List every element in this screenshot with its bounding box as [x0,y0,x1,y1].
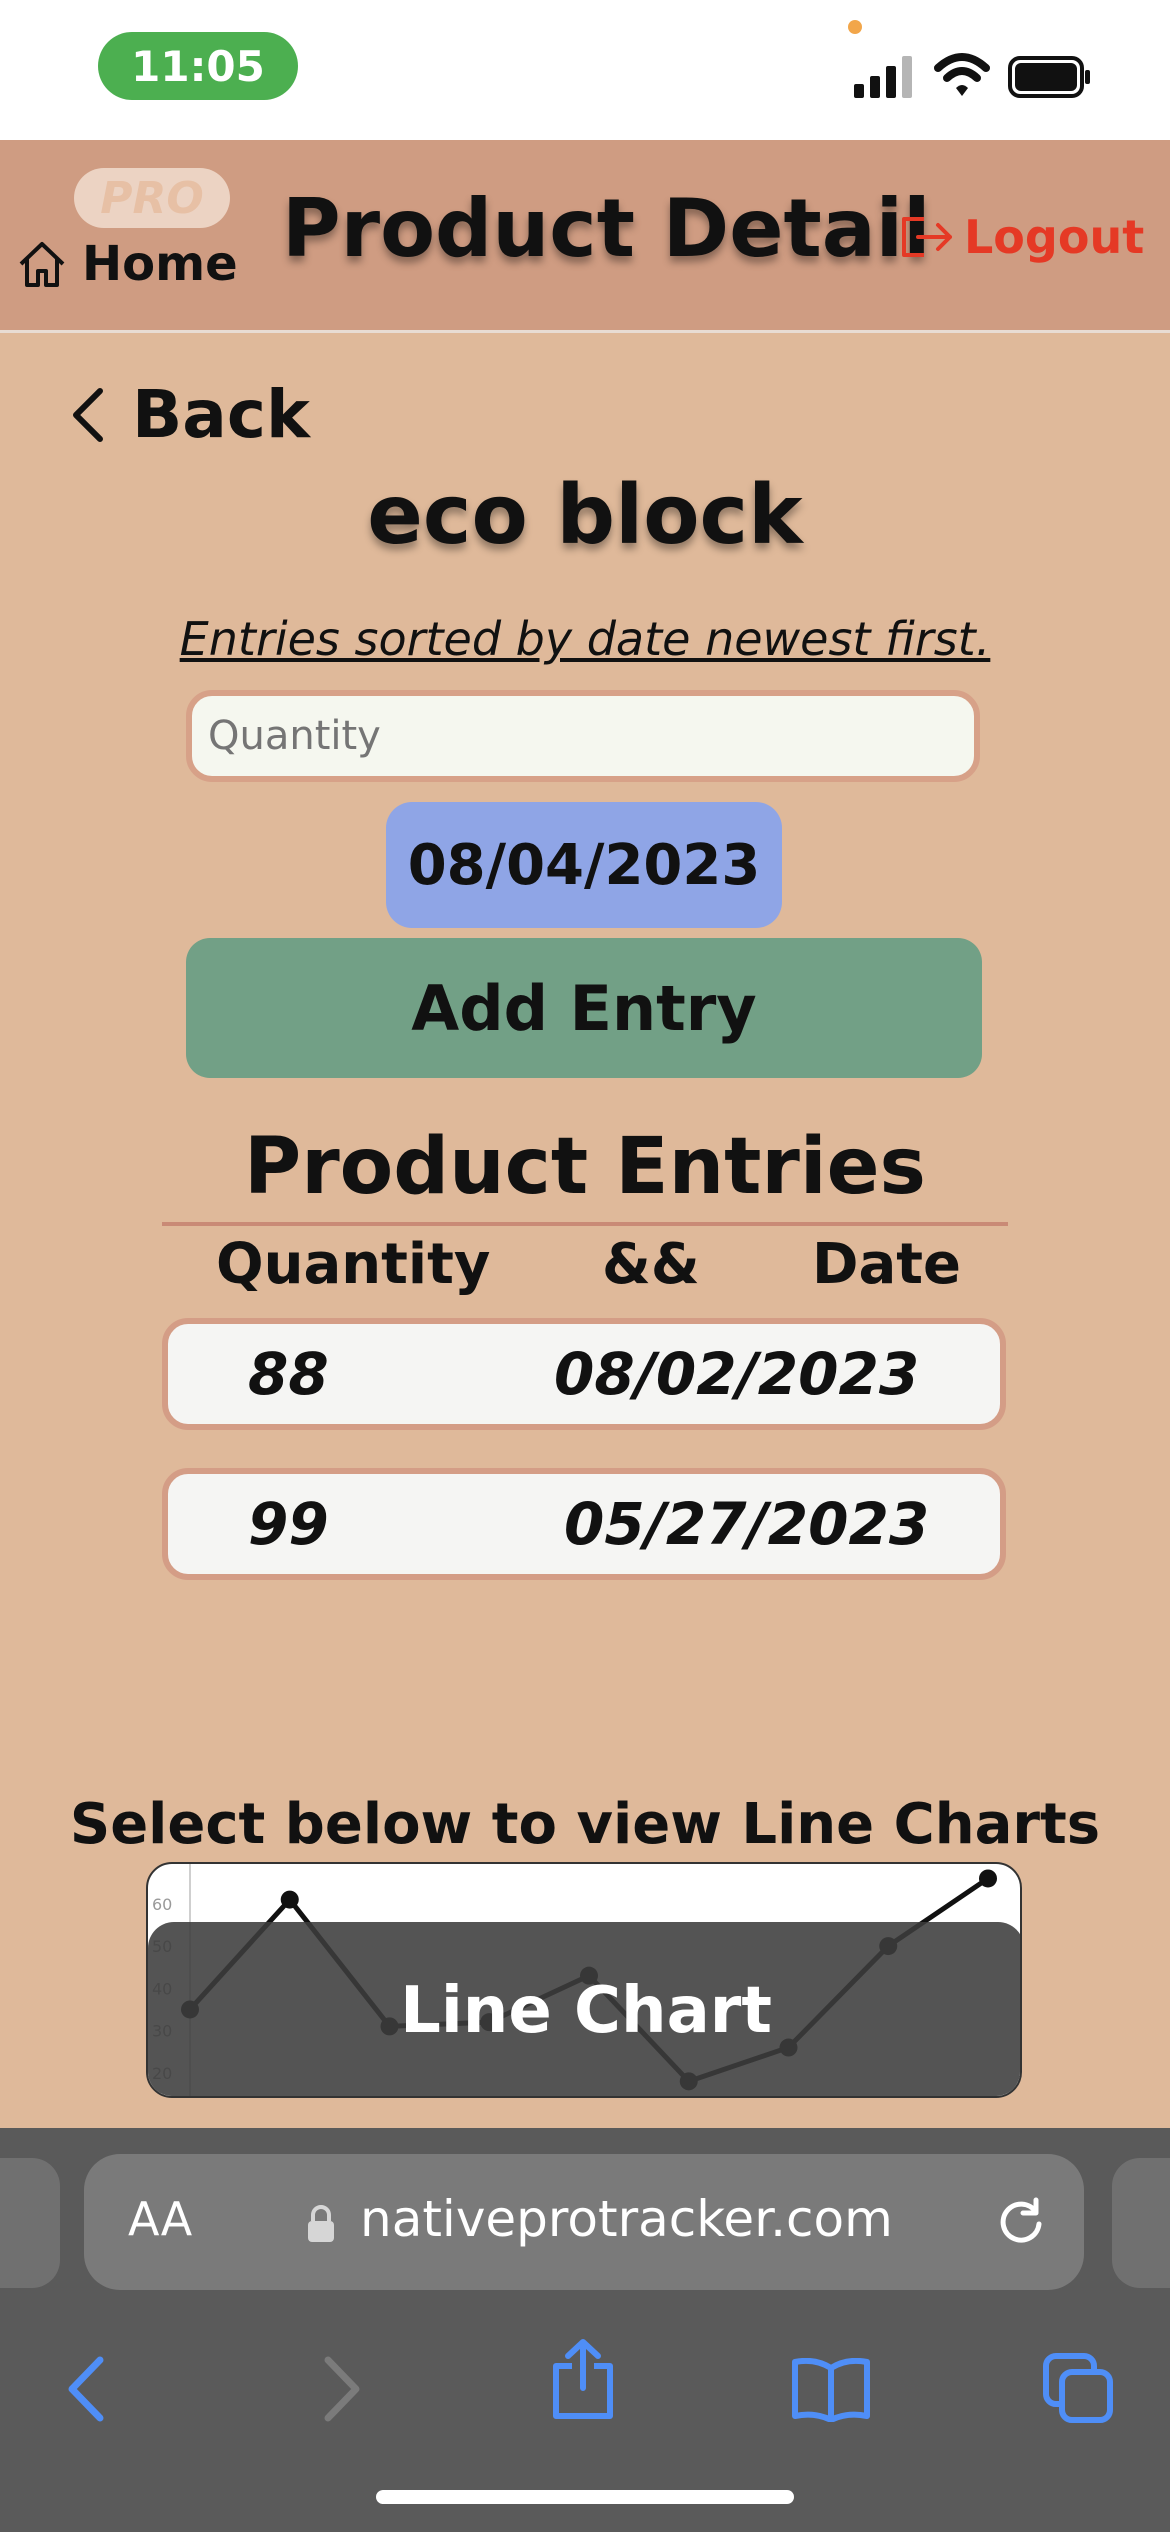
column-header-separator: && [602,1232,700,1297]
back-label: Back [132,376,310,453]
next-tab-preview[interactable] [1112,2158,1170,2288]
sort-note: Entries sorted by date newest first. [179,612,991,666]
lock-icon [308,2205,334,2242]
home-label: Home [82,236,238,292]
add-entry-button[interactable]: Add Entry [186,938,982,1078]
home-indicator [376,2490,794,2504]
thumbnail-point [280,1890,299,1909]
address-bar[interactable]: AA nativeprotracker.com [84,2154,1084,2290]
line-chart-button[interactable]: 6050403020 Line Chart [146,1862,1022,2098]
column-header-date: Date [812,1232,962,1297]
bookmarks-icon[interactable] [790,2358,872,2422]
quantity-input[interactable] [186,690,980,782]
entry-row[interactable]: 88 08/02/2023 [162,1318,1006,1430]
url-text: nativeprotracker.com [360,2190,893,2248]
product-name: eco block [367,468,803,563]
date-picker-button[interactable]: 08/04/2023 [386,802,782,928]
entry-quantity: 99 [248,1490,329,1558]
browser-forward-icon[interactable] [316,2354,366,2424]
line-chart-label: Line Chart [148,1922,1020,2096]
browser-toolbar: AA nativeprotracker.com [0,2128,1170,2532]
status-time: 11:05 [98,32,298,100]
logout-label: Logout [964,210,1145,264]
reload-icon[interactable] [994,2194,1048,2248]
back-button[interactable]: Back [68,376,310,453]
page-title: Product Detail [282,182,931,275]
cellular-signal-icon [854,56,912,98]
entry-date: 05/27/2023 [564,1490,930,1558]
chevron-left-icon [73,387,103,442]
entry-quantity: 88 [248,1340,329,1408]
entry-row[interactable]: 99 05/27/2023 [162,1468,1006,1580]
battery-icon [1008,56,1090,98]
wifi-icon [934,53,990,96]
camera-indicator-dot [848,20,862,34]
text-size-button[interactable]: AA [128,2192,192,2246]
logout-icon [902,217,952,257]
entries-divider [162,1222,1008,1226]
share-icon[interactable] [548,2336,618,2422]
home-icon [19,242,65,287]
thumbnail-ytick-label: 60 [152,1895,172,1914]
entry-date: 08/02/2023 [554,1340,920,1408]
browser-nav-bar [0,2324,1170,2464]
browser-back-icon[interactable] [62,2354,112,2424]
previous-tab-preview[interactable] [0,2158,60,2288]
chart-select-note: Select below to view Line Charts [69,1792,1101,1857]
thumbnail-point [979,1869,997,1888]
home-link[interactable]: Home [16,236,238,292]
column-header-quantity: Quantity [216,1232,491,1297]
status-bar: 11:05 [0,0,1170,140]
logout-button[interactable]: Logout [898,210,1144,264]
app-logo: PRO [74,168,230,228]
entries-title: Product Entries [244,1122,926,1212]
tabs-icon[interactable] [1040,2350,1116,2426]
app-header: PRO Home Product Detail Logout [0,140,1170,333]
